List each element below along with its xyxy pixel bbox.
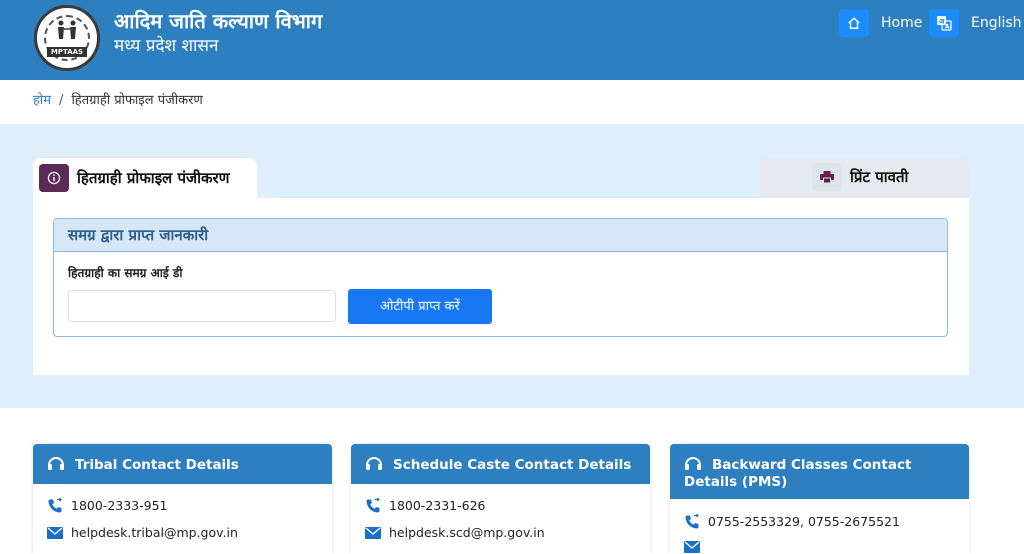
tab-print-receipt-label: प्रिंट पावती xyxy=(850,168,909,186)
phone-icon xyxy=(366,498,380,513)
bc-phone-text: 0755-2553329, 0755-2675521 xyxy=(708,514,900,529)
bc-contact-header: Backward Classes Contact Details (PMS) xyxy=(670,444,969,499)
printer-icon-box xyxy=(812,163,842,191)
sc-contact-title: Schedule Caste Contact Details xyxy=(393,457,632,473)
breadcrumb: होम / हितग्राही प्रोफाइल पंजीकरण xyxy=(33,92,203,110)
samagra-section-title: समग्र द्वारा प्राप्त जानकारी xyxy=(68,226,209,244)
department-title: आदिम जाति कल्याण विभाग xyxy=(114,9,323,33)
translate-icon: अ A xyxy=(937,16,952,31)
bc-phone-row[interactable]: 0755-2553329, 0755-2675521 xyxy=(684,514,900,530)
info-icon xyxy=(47,171,61,185)
tribal-phone-text: 1800-2333-951 xyxy=(71,498,168,513)
breadcrumb-home-link[interactable]: होम xyxy=(33,93,51,108)
sc-email-text: helpdesk.scd@mp.gov.in xyxy=(389,525,545,540)
tribal-contact-header: Tribal Contact Details xyxy=(33,444,332,484)
bc-contact-title: Backward Classes Contact Details (PMS) xyxy=(684,457,912,490)
sc-contact-header: Schedule Caste Contact Details xyxy=(351,444,650,484)
tribal-phone-row[interactable]: 1800-2333-951 xyxy=(47,498,168,514)
phone-icon xyxy=(48,498,62,513)
tribal-email-text: helpdesk.tribal@mp.gov.in xyxy=(71,525,238,540)
tab-print-receipt[interactable]: प्रिंट पावती xyxy=(760,158,969,198)
samagra-id-input[interactable] xyxy=(68,290,336,322)
sc-phone-row[interactable]: 1800-2331-626 xyxy=(365,498,486,514)
printer-icon xyxy=(820,171,834,183)
samagra-id-label: हितग्राही का समग्र आई डी xyxy=(68,266,183,280)
email-icon xyxy=(47,527,63,539)
sc-contact-card: Schedule Caste Contact Details 1800-2331… xyxy=(351,444,650,554)
samagra-info-section: समग्र द्वारा प्राप्त जानकारी हितग्राही क… xyxy=(53,218,948,337)
language-button[interactable]: अ A xyxy=(929,9,959,37)
tab-profile-registration-label: हितग्राही प्रोफाइल पंजीकरण xyxy=(77,169,230,187)
sc-email-row[interactable]: helpdesk.scd@mp.gov.in xyxy=(365,525,545,541)
headset-icon xyxy=(48,457,64,470)
tribal-contact-card: Tribal Contact Details 1800-2333-951 hel… xyxy=(33,444,332,554)
logo-figure-icon xyxy=(58,20,76,39)
get-otp-button[interactable]: ओटीपी प्राप्त करें xyxy=(348,289,492,324)
site-header: MPTAAS आदिम जाति कल्याण विभाग मध्य प्रदे… xyxy=(0,0,1024,80)
tab-profile-registration[interactable]: हितग्राही प्रोफाइल पंजीकरण xyxy=(33,158,257,200)
phone-icon xyxy=(685,514,699,529)
department-logo[interactable]: MPTAAS xyxy=(34,5,100,71)
breadcrumb-current: हितग्राही प्रोफाइल पंजीकरण xyxy=(71,93,203,108)
tribal-email-row[interactable]: helpdesk.tribal@mp.gov.in xyxy=(47,525,238,541)
home-button[interactable] xyxy=(839,9,869,37)
home-icon xyxy=(848,17,860,29)
tribal-contact-title: Tribal Contact Details xyxy=(75,457,239,473)
bc-email-row[interactable] xyxy=(684,541,708,553)
bc-contact-card: Backward Classes Contact Details (PMS) 0… xyxy=(670,444,969,554)
breadcrumb-separator: / xyxy=(59,93,64,108)
logo-text: MPTAAS xyxy=(47,47,87,57)
samagra-section-header: समग्र द्वारा प्राप्त जानकारी xyxy=(54,219,947,252)
headset-icon xyxy=(366,457,382,470)
home-link[interactable]: Home xyxy=(881,14,922,32)
language-link[interactable]: English xyxy=(971,14,1022,32)
sc-phone-text: 1800-2331-626 xyxy=(389,498,486,513)
department-subtitle: मध्य प्रदेश शासन xyxy=(114,36,219,56)
email-icon xyxy=(684,541,700,553)
email-icon xyxy=(365,527,381,539)
svg-text:A: A xyxy=(945,23,950,31)
info-icon-box xyxy=(39,164,69,192)
